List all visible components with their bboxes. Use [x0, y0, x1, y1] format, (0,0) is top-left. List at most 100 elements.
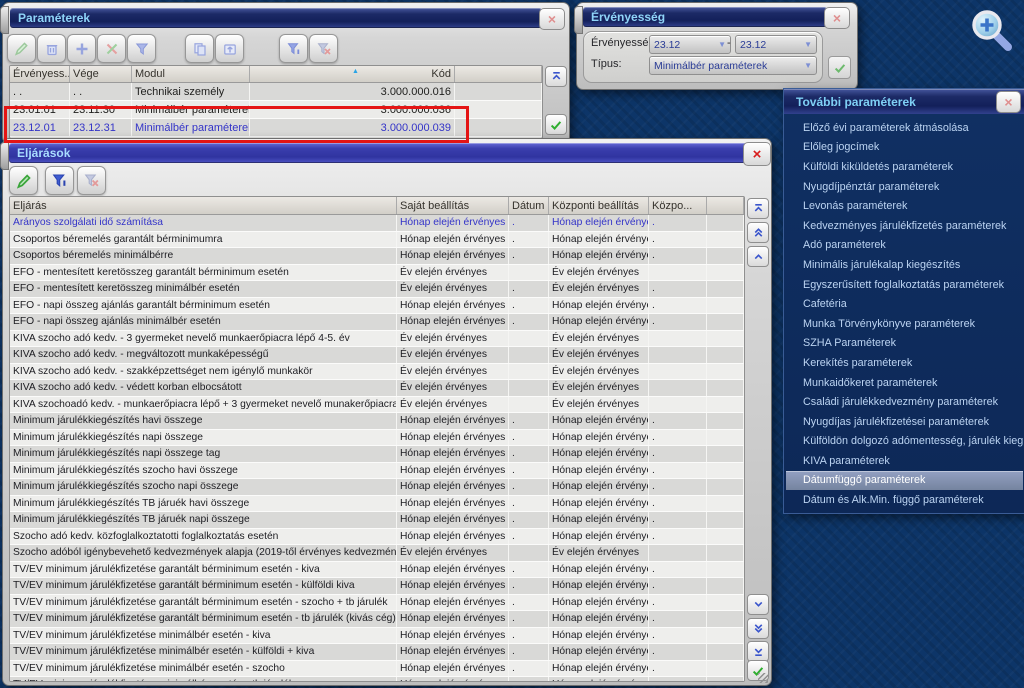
filter-clear-button[interactable] — [77, 166, 106, 195]
table-row[interactable]: Minimum járulékkiegészítés napi összege … — [10, 446, 744, 463]
close-button[interactable]: × — [539, 8, 565, 30]
panel-titlebar[interactable]: További paraméterek — [784, 89, 1024, 114]
panel-item[interactable]: Levonás paraméterek — [786, 196, 1023, 216]
panel-item[interactable]: Kerekítés paraméterek — [786, 353, 1023, 373]
panel-item[interactable]: SZHA Paraméterek — [786, 334, 1023, 354]
table-row[interactable]: TV/EV minimum járulékfizetése minimálbér… — [10, 677, 744, 681]
cell: Hónap elején érvényes — [397, 660, 509, 676]
validity-to-select[interactable]: 23.12 ▼ — [735, 35, 817, 54]
table-row[interactable]: Minimum járulékkiegészítés havi összege H… — [10, 413, 744, 430]
table-row[interactable]: Arányos szolgálati idő számítása Hónap el… — [10, 215, 744, 232]
panel-item[interactable]: Külföldön dolgozó adómentesség, járulék … — [786, 432, 1023, 452]
panel-item[interactable]: Dátum és Alk.Min. függő paraméterek — [786, 490, 1023, 510]
type-select[interactable]: Minimálbér paraméterek ▼ — [649, 56, 817, 75]
table-row[interactable]: Szocho adó kedv. közfoglalkoztatotti fog… — [10, 528, 744, 545]
panel-item[interactable]: Egyszerűsített foglalkoztatás paramétere… — [786, 275, 1023, 295]
scroll-top-button[interactable] — [545, 66, 567, 87]
table-row[interactable]: TV/EV minimum járulékfizetése garantált … — [10, 594, 744, 611]
add-button[interactable] — [67, 34, 96, 63]
table-row[interactable]: Minimum járulékkiegészítés szocho napi ö… — [10, 479, 744, 496]
panel-item[interactable]: Nyugdíjpénztár paraméterek — [786, 177, 1023, 197]
table-row[interactable]: KIVA szocho adó kedv. - 3 gyermeket neve… — [10, 330, 744, 347]
table-row[interactable]: Minimum járulékkiegészítés napi összege H… — [10, 429, 744, 446]
eljarasok-titlebar[interactable]: Eljárások — [9, 143, 749, 163]
header-cell[interactable]: Eljárás — [10, 197, 397, 214]
panel-item[interactable]: Minimális járulékalap kiegészítés — [786, 255, 1023, 275]
scroll-bottom-button[interactable] — [747, 641, 769, 662]
table-row[interactable]: Minimum járulékkiegészítés TB járuék nap… — [10, 512, 744, 529]
table-row[interactable]: TV/EV minimum járulékfizetése garantált … — [10, 578, 744, 595]
resize-grip[interactable] — [758, 673, 768, 683]
panel-item[interactable]: Családi járulékkedvezmény paraméterek — [786, 392, 1023, 412]
panel-item[interactable]: Dátumfüggő paraméterek — [786, 470, 1023, 491]
zoom-in-button[interactable] — [966, 6, 1018, 58]
cell: Hónap elején érvényes — [397, 495, 509, 511]
header-cell[interactable]: Közpo... — [649, 197, 707, 214]
table-row[interactable]: . .. . Technikai személy 3.000.000.016 — [10, 83, 542, 101]
edit-button[interactable] — [9, 166, 38, 195]
table-row[interactable]: KIVA szocho adó kedv. - megváltozott mun… — [10, 347, 744, 364]
validity-from-select[interactable]: 23.12 ▼ — [649, 35, 731, 54]
table-row[interactable]: Minimum járulékkiegészítés szocho havi ö… — [10, 462, 744, 479]
header-cell[interactable]: Modul — [132, 66, 250, 82]
export-button[interactable] — [215, 34, 244, 63]
table-row[interactable]: Csoportos béremelés minimálbérre Hónap el… — [10, 248, 744, 265]
panel-item[interactable]: Előző évi paraméterek átmásolása — [786, 118, 1023, 138]
close-button[interactable]: × — [743, 142, 771, 166]
edit-button[interactable] — [7, 34, 36, 63]
table-row[interactable]: TV/EV minimum járulékfizetése minimálbér… — [10, 644, 744, 661]
page-down-button[interactable] — [747, 618, 769, 639]
panel-item[interactable]: KIVA paraméterek — [786, 451, 1023, 471]
table-row[interactable]: KIVA szochoadó kedv. - munkaerőpiacra lé… — [10, 396, 744, 413]
table-row[interactable]: KIVA szocho adó kedv. - védett korban el… — [10, 380, 744, 397]
filter-apply-button[interactable] — [279, 34, 308, 63]
header-cell-sorted[interactable]: ▲ Kód — [250, 66, 455, 82]
header-cell[interactable]: Érvényess... — [10, 66, 70, 82]
panel-item[interactable]: Munka Törvénykönyve paraméterek — [786, 314, 1023, 334]
copy-button[interactable] — [185, 34, 214, 63]
header-cell[interactable]: Vége — [70, 66, 132, 82]
filter-apply-button[interactable] — [45, 166, 74, 195]
scroll-top-button[interactable] — [747, 198, 769, 219]
table-row[interactable]: TV/EV minimum járulékfizetése garantált … — [10, 611, 744, 628]
confirm-button[interactable] — [545, 114, 567, 135]
table-row[interactable]: EFO - napi összeg ajánlás garantált bérm… — [10, 297, 744, 314]
header-cell[interactable] — [455, 66, 542, 82]
header-cell[interactable]: Központi beállítás — [549, 197, 649, 214]
edit-icon — [14, 42, 28, 56]
header-cell[interactable]: Dátum — [509, 197, 549, 214]
header-cell[interactable] — [707, 197, 744, 214]
filter-clear-button[interactable] — [309, 34, 338, 63]
cancel-button[interactable] — [97, 34, 126, 63]
panel-item[interactable]: Munkaidőkeret paraméterek — [786, 373, 1023, 393]
cell: Hónap elején érvényes — [397, 528, 509, 544]
table-row[interactable]: Csoportos béremelés garantált bérminimum… — [10, 231, 744, 248]
table-row[interactable]: EFO - napi összeg ajánlás minimálbér ese… — [10, 314, 744, 331]
parameterek-titlebar[interactable]: Paraméterek — [10, 8, 542, 28]
panel-item[interactable]: Kedvezményes járulékfizetés paraméterek — [786, 216, 1023, 236]
panel-item[interactable]: Előleg jogcímek — [786, 138, 1023, 158]
close-button[interactable]: × — [824, 7, 850, 29]
table-row[interactable]: TV/EV minimum járulékfizetése minimálbér… — [10, 627, 744, 644]
scroll-up-button[interactable] — [747, 246, 769, 267]
page-up-button[interactable] — [747, 222, 769, 243]
header-cell[interactable]: Saját beállítás — [397, 197, 509, 214]
confirm-button[interactable] — [828, 56, 851, 79]
table-row[interactable]: Minimum járulékkiegészítés TB járuék hav… — [10, 495, 744, 512]
close-button[interactable]: × — [996, 91, 1021, 113]
table-row[interactable]: KIVA szocho adó kedv. - szakképzettséget… — [10, 363, 744, 380]
ervenyesseg-titlebar[interactable]: Érvényesség — [583, 7, 827, 27]
panel-item[interactable]: Adó paraméterek — [786, 236, 1023, 256]
table-row[interactable]: Szocho adóból igénybevehető kedvezmények… — [10, 545, 744, 562]
table-row[interactable]: EFO - mentesített keretösszeg minimálbér… — [10, 281, 744, 298]
scroll-down-button[interactable] — [747, 594, 769, 615]
panel-item[interactable]: Cafetéria — [786, 294, 1023, 314]
filter-button[interactable] — [127, 34, 156, 63]
cell: KIVA szocho adó kedv. - megváltozott mun… — [10, 347, 397, 363]
delete-button[interactable] — [37, 34, 66, 63]
table-row[interactable]: TV/EV minimum járulékfizetése minimálbér… — [10, 660, 744, 677]
panel-item[interactable]: Külföldi kiküldetés paraméterek — [786, 157, 1023, 177]
panel-item[interactable]: Nyugdíjas járulékfizetései paraméterek — [786, 412, 1023, 432]
table-row[interactable]: EFO - mentesített keretösszeg garantált … — [10, 264, 744, 281]
table-row[interactable]: TV/EV minimum járulékfizetése garantált … — [10, 561, 744, 578]
